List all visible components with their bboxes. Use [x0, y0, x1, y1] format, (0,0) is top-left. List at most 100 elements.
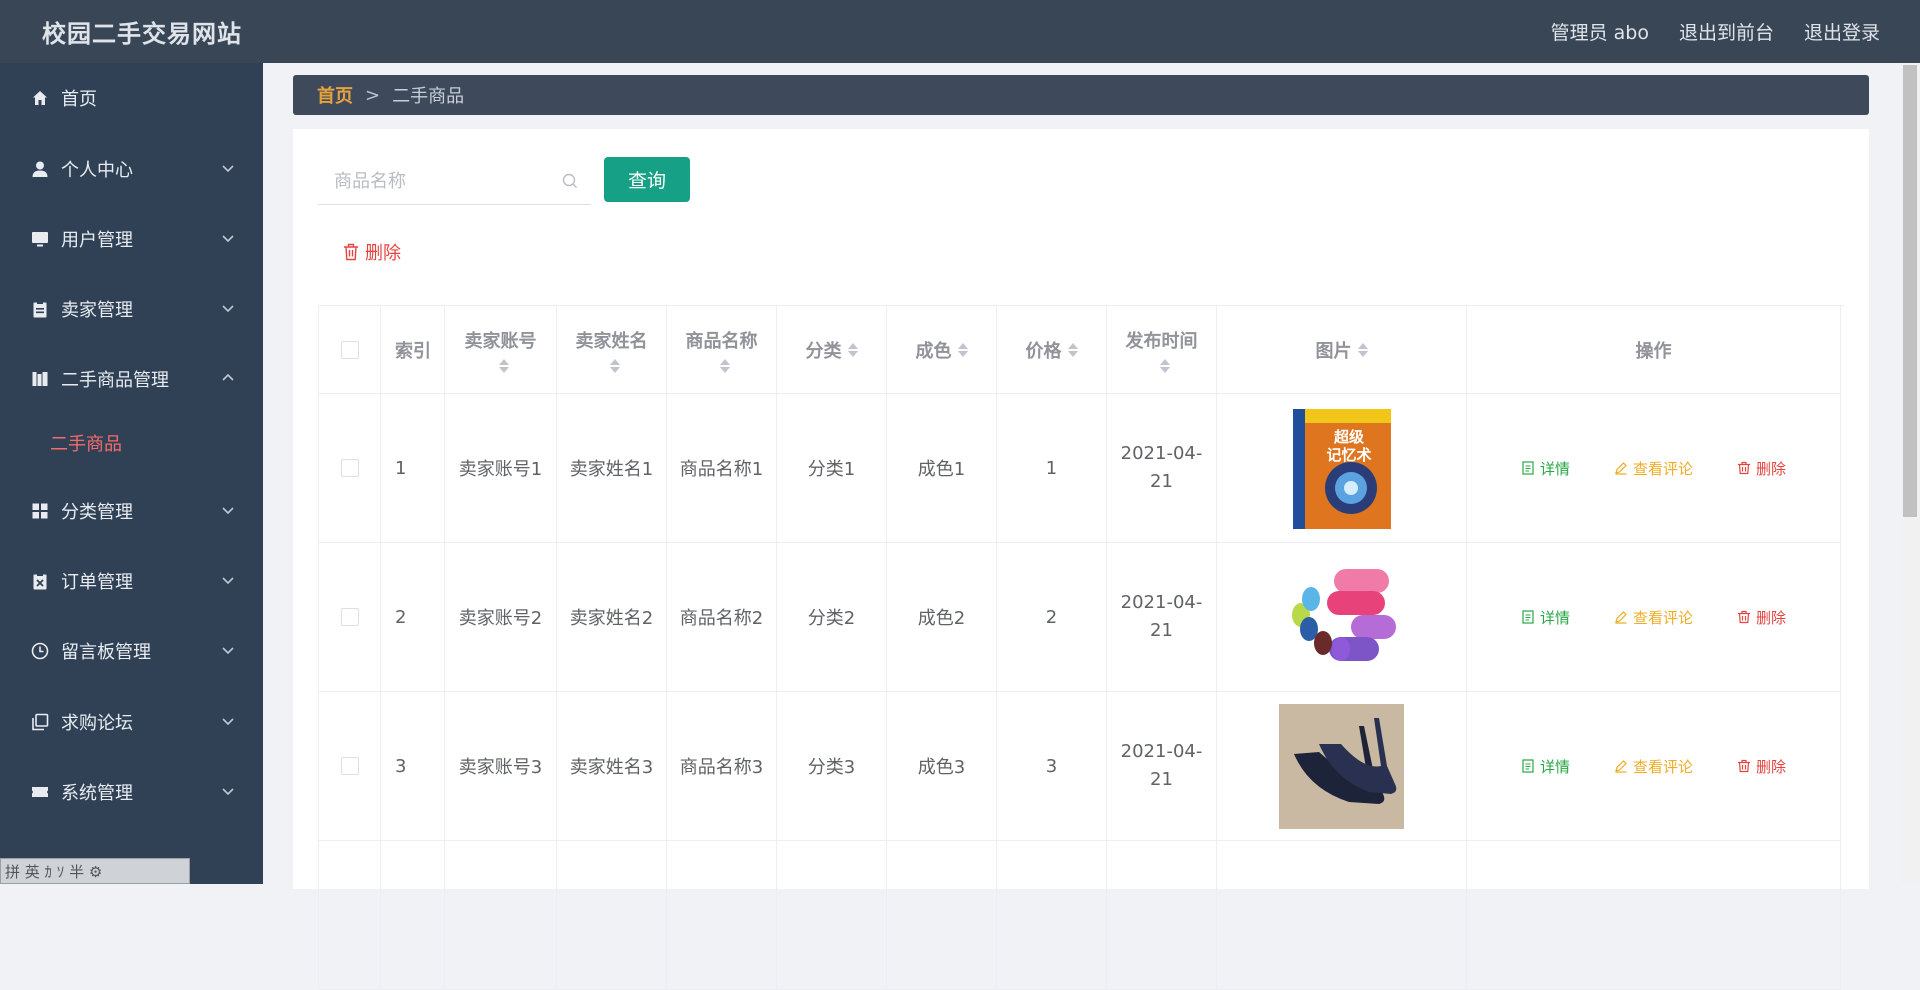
- sidebar-subitem-products[interactable]: 二手商品: [0, 416, 263, 470]
- header-select-all[interactable]: [319, 306, 381, 394]
- search-box: [318, 159, 591, 205]
- cell-image[interactable]: 超级 记忆术: [1217, 394, 1467, 543]
- main-content: 首页 > 二手商品 查询 删除 索引 卖家账号 卖家姓名 商品名称 分类 成色 …: [263, 63, 1900, 990]
- header-label: 图片: [1315, 340, 1352, 362]
- row-checkbox[interactable]: [340, 757, 359, 775]
- cell-publish-time: [1107, 841, 1217, 990]
- row-checkbox[interactable]: [340, 459, 359, 477]
- sidebar-item-sellers[interactable]: 卖家管理: [0, 279, 263, 339]
- breadcrumb-home[interactable]: 首页: [317, 82, 353, 108]
- cell-image[interactable]: [1217, 841, 1467, 990]
- cell-actions: 详情 查看评论 删除: [1467, 692, 1841, 841]
- monitor-icon: [30, 229, 50, 249]
- select-all-checkbox[interactable]: [340, 340, 359, 359]
- cell-seller-account: 卖家账号1: [445, 394, 557, 543]
- header-publish-time[interactable]: 发布时间: [1107, 306, 1217, 394]
- sort-icon[interactable]: [1067, 342, 1078, 357]
- row-select[interactable]: [319, 841, 381, 990]
- ime-toolbar[interactable]: 拼 英 ｶ ｿ 半 ⚙: [0, 858, 190, 884]
- view-comments-button[interactable]: 查看评论: [1614, 756, 1693, 777]
- sidebar-item-system[interactable]: 系统管理: [0, 762, 263, 822]
- query-button[interactable]: 查询: [604, 157, 690, 202]
- header-label: 发布时间: [1125, 330, 1198, 352]
- date-part: 21: [1150, 471, 1173, 492]
- search-input[interactable]: [318, 161, 558, 202]
- remove-label: 删除: [1756, 459, 1787, 478]
- logout-link[interactable]: 退出登录: [1804, 18, 1880, 45]
- sidebar-item-forum[interactable]: 求购论坛: [0, 692, 263, 752]
- sort-icon[interactable]: [498, 358, 509, 373]
- detail-button[interactable]: 详情: [1521, 756, 1570, 777]
- header-label: 卖家姓名: [575, 330, 648, 352]
- row-select[interactable]: [319, 394, 381, 543]
- date-part: 2021-04-: [1120, 592, 1203, 613]
- table-row: 2 卖家账号2 卖家姓名2 商品名称2 分类2 成色2 2 2021-04- 21: [319, 543, 1844, 692]
- breadcrumb-current: 二手商品: [392, 86, 465, 107]
- sidebar-item-home[interactable]: 首页: [0, 68, 263, 128]
- top-header: 校园二手交易网站 管理员 abo 退出到前台 退出登录: [0, 0, 1920, 63]
- cell-image[interactable]: [1217, 543, 1467, 692]
- header-actions: 操作: [1467, 306, 1841, 394]
- cell-index: [381, 841, 445, 990]
- header-image[interactable]: 图片: [1217, 306, 1467, 394]
- table-header-row: 索引 卖家账号 卖家姓名 商品名称 分类 成色 价格 发布时间 图片 操作: [319, 306, 1844, 394]
- sidebar-item-orders[interactable]: 订单管理: [0, 551, 263, 611]
- sort-icon[interactable]: [1159, 358, 1170, 373]
- view-comments-button[interactable]: 查看评论: [1614, 607, 1693, 628]
- header-condition[interactable]: 成色: [887, 306, 997, 394]
- header-price[interactable]: 价格: [997, 306, 1107, 394]
- sidebar-item-messages[interactable]: 留言板管理: [0, 621, 263, 681]
- sort-icon[interactable]: [609, 358, 620, 373]
- header-seller-name[interactable]: 卖家姓名: [557, 306, 667, 394]
- cell-category: [777, 841, 887, 990]
- header-label: 成色: [915, 340, 952, 362]
- book-image[interactable]: 超级 记忆术: [1279, 406, 1404, 531]
- grid-icon: [30, 501, 50, 521]
- cell-condition: 成色2: [887, 543, 997, 692]
- sidebar-item-products[interactable]: 二手商品管理: [0, 349, 263, 409]
- cell-image[interactable]: [1217, 692, 1467, 841]
- row-select[interactable]: [319, 543, 381, 692]
- sidebar-item-users[interactable]: 用户管理: [0, 209, 263, 269]
- cell-price: 1: [997, 394, 1107, 543]
- detail-button[interactable]: 详情: [1521, 607, 1570, 628]
- cell-index: 1: [381, 394, 445, 543]
- delete-button[interactable]: 删除: [1737, 458, 1786, 479]
- sort-icon[interactable]: [719, 358, 730, 373]
- sidebar-item-label: 留言板管理: [61, 642, 151, 663]
- chevron-down-icon: [222, 718, 234, 726]
- detail-label: 详情: [1539, 608, 1570, 627]
- remove-label: 删除: [1756, 608, 1787, 627]
- user-icon: [30, 159, 50, 179]
- row-checkbox[interactable]: [340, 608, 359, 626]
- trash-icon: [1738, 610, 1750, 624]
- header-category[interactable]: 分类: [777, 306, 887, 394]
- chevron-down-icon: [222, 577, 234, 585]
- shoes-image[interactable]: [1279, 703, 1404, 829]
- cell-seller-name: 卖家姓名3: [557, 692, 667, 841]
- sort-icon[interactable]: [957, 342, 968, 357]
- delete-button[interactable]: 删除: [1737, 607, 1786, 628]
- front-link[interactable]: 退出到前台: [1679, 18, 1774, 45]
- edit-icon: [1615, 760, 1627, 773]
- delete-button[interactable]: 删除: [1737, 756, 1786, 777]
- header-seller-account[interactable]: 卖家账号: [445, 306, 557, 394]
- sidebar-item-personal[interactable]: 个人中心: [0, 139, 263, 199]
- sort-icon[interactable]: [1357, 342, 1368, 357]
- yoga-mat-image[interactable]: [1279, 555, 1404, 680]
- header-product-name[interactable]: 商品名称: [667, 306, 777, 394]
- trash-icon: [1738, 759, 1750, 773]
- sidebar-item-label: 系统管理: [61, 783, 133, 804]
- batch-delete-button[interactable]: 删除: [343, 239, 401, 265]
- cell-seller-name: 卖家姓名1: [557, 394, 667, 543]
- sidebar-item-categories[interactable]: 分类管理: [0, 481, 263, 541]
- cell-seller-name: [557, 841, 667, 990]
- view-comments-button[interactable]: 查看评论: [1614, 458, 1693, 479]
- scrollbar-thumb[interactable]: [1903, 65, 1917, 517]
- cell-category: 分类1: [777, 394, 887, 543]
- row-select[interactable]: [319, 692, 381, 841]
- sort-icon[interactable]: [847, 342, 858, 357]
- detail-button[interactable]: 详情: [1521, 458, 1570, 479]
- chevron-down-icon: [222, 165, 234, 173]
- vertical-scrollbar[interactable]: [1900, 63, 1920, 884]
